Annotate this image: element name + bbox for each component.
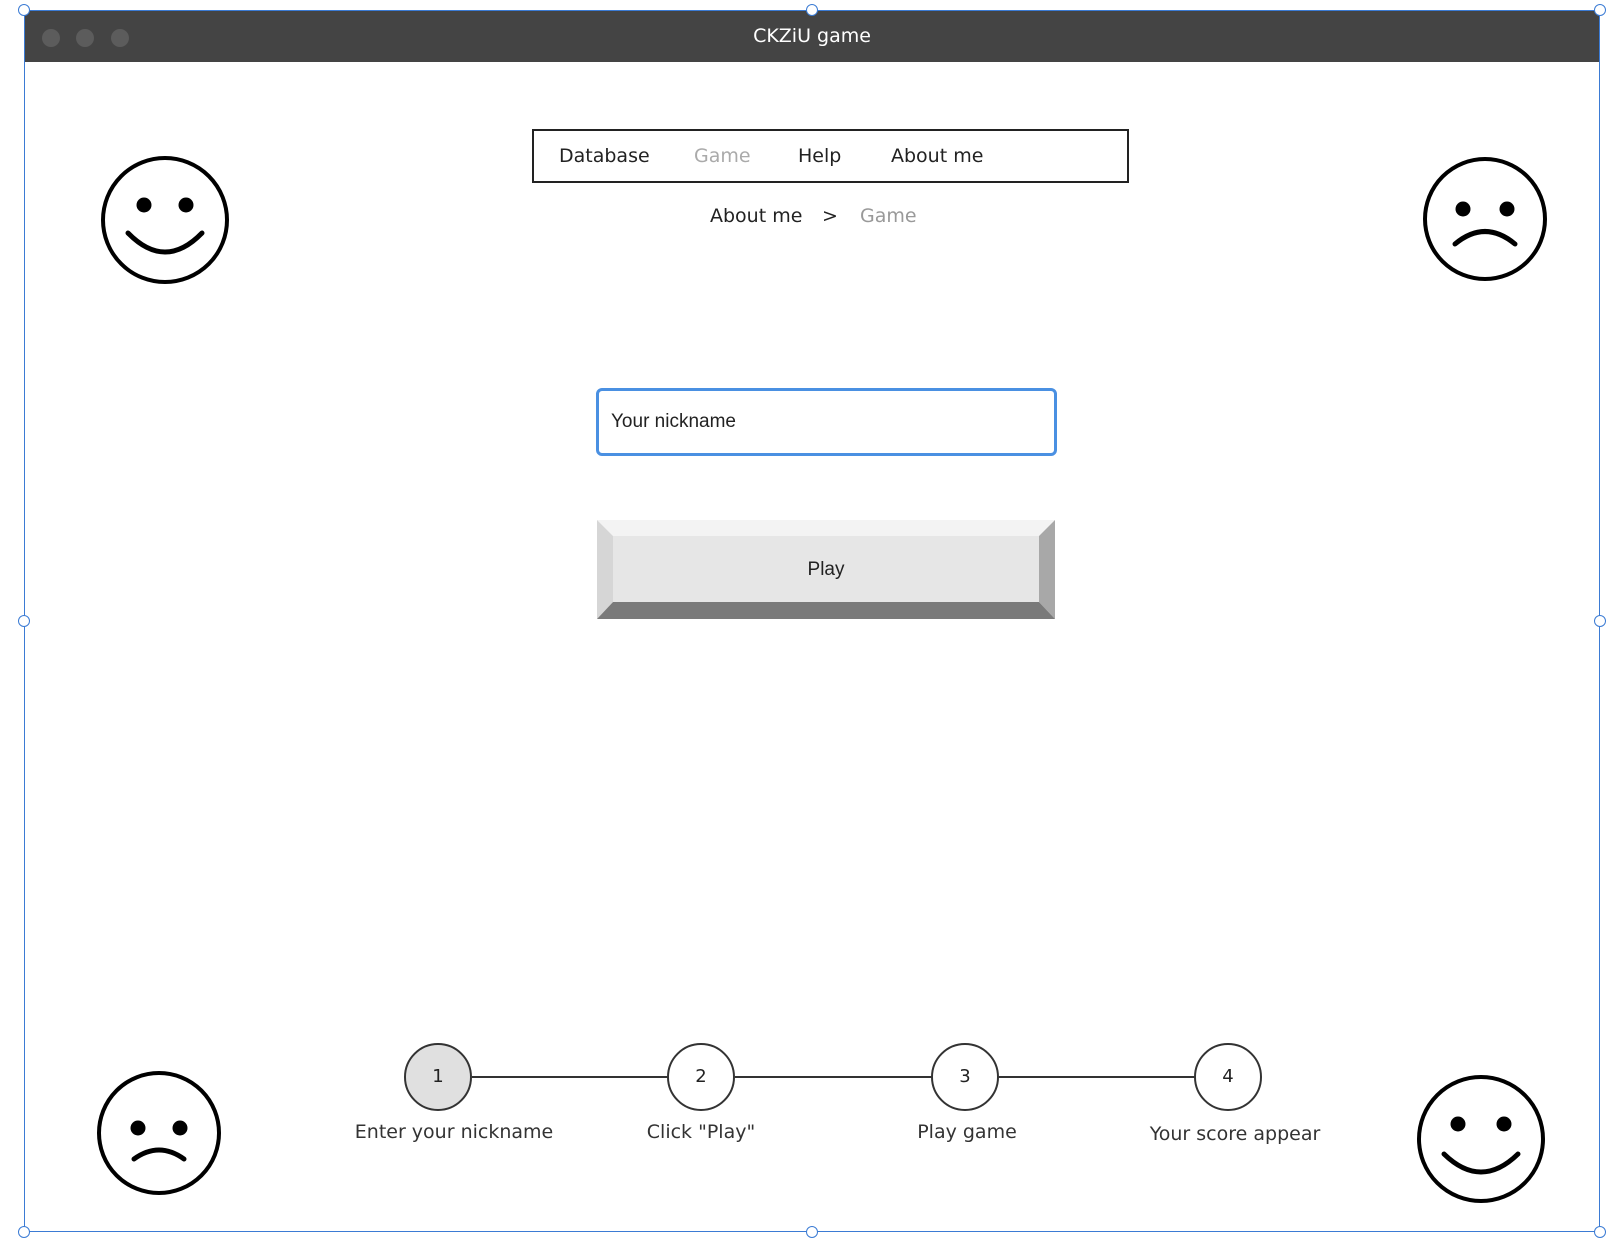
canvas: CKZiU game Database Game Help About me A… <box>0 0 1615 1251</box>
resize-handle[interactable] <box>18 615 30 627</box>
resize-handle[interactable] <box>18 1226 30 1238</box>
resize-handle[interactable] <box>806 4 818 16</box>
resize-handle[interactable] <box>1594 615 1606 627</box>
resize-handle[interactable] <box>806 1226 818 1238</box>
resize-handle[interactable] <box>1594 4 1606 16</box>
selection-frame <box>24 10 1600 1232</box>
resize-handle[interactable] <box>1594 1226 1606 1238</box>
resize-handle[interactable] <box>18 4 30 16</box>
